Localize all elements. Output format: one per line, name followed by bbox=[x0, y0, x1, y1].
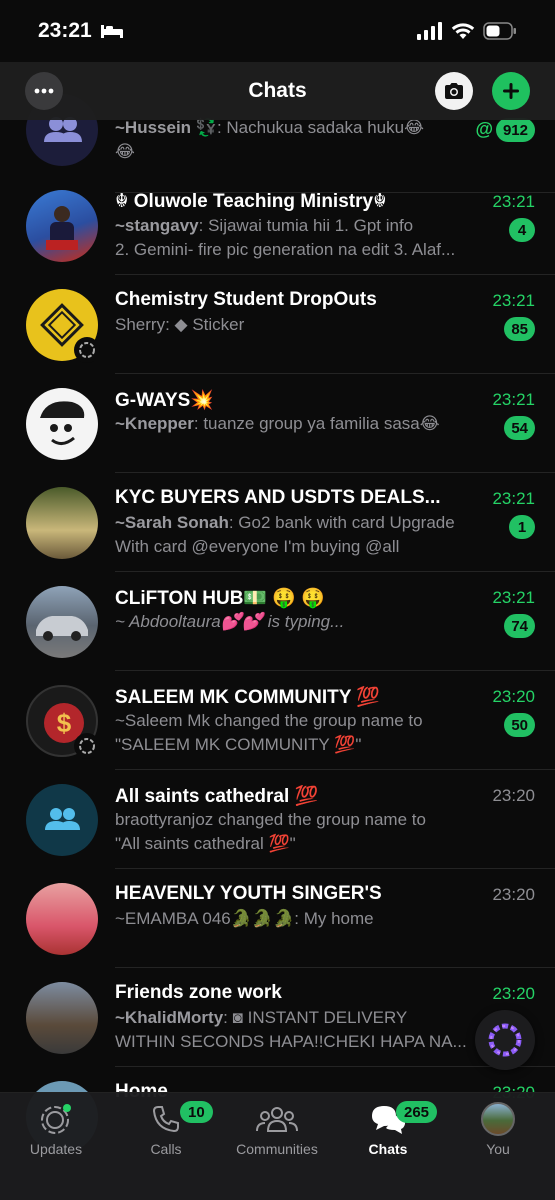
unread-badge: 1 bbox=[509, 515, 535, 539]
meta-ai-button[interactable] bbox=[475, 1010, 535, 1070]
status-ring-icon bbox=[74, 337, 100, 363]
battery-icon bbox=[483, 22, 516, 40]
chat-time: 23:21 bbox=[492, 291, 535, 310]
chat-name: SALEEM MK COMMUNITY 💯 bbox=[115, 687, 381, 708]
chat-message: ~ Abdooltaura💕💕 is typing... bbox=[115, 612, 345, 631]
more-icon bbox=[34, 88, 54, 94]
tab-updates[interactable]: Updates bbox=[6, 1101, 106, 1157]
tab-bar: Updates Calls 10 Communities Chats 265 Y… bbox=[0, 1092, 555, 1200]
chat-row[interactable]: G-WAYS💥 23:21 ~Knepper: tuanze group ya … bbox=[0, 374, 555, 473]
chat-name: HEAVENLY YOUTH SINGER'S bbox=[115, 883, 382, 904]
preacher-image-icon bbox=[46, 206, 78, 250]
chat-time: 23:20 bbox=[492, 885, 535, 904]
profile-avatar bbox=[481, 1102, 515, 1136]
chat-avatar bbox=[26, 190, 98, 262]
chat-message: ~KhalidMorty: ◙ INSTANT DELIVERY WITHIN S… bbox=[115, 1008, 467, 1051]
updates-icon bbox=[41, 1104, 71, 1134]
bed-icon bbox=[100, 25, 123, 38]
tab-calls[interactable]: Calls 10 bbox=[116, 1101, 216, 1157]
signal-icon bbox=[417, 22, 442, 40]
chat-time: 23:20 bbox=[492, 786, 535, 805]
chat-message: ~EMAMBA 046🐊🐊🐊: My home bbox=[115, 909, 374, 928]
chat-name: G-WAYS💥 bbox=[115, 390, 214, 411]
chat-avatar bbox=[26, 388, 98, 460]
chat-row[interactable]: Friends zone work 23:20 ~KhalidMorty: ◙ … bbox=[0, 968, 555, 1067]
chat-message: ~Knepper: tuanze group ya familia sasa😂 bbox=[115, 414, 440, 433]
status-ring-icon bbox=[74, 733, 100, 759]
chat-message: braottyranjoz changed the group name to "… bbox=[115, 810, 426, 853]
unread-badge: 54 bbox=[504, 416, 535, 440]
people-icon bbox=[45, 808, 80, 830]
chat-name: Friends zone work bbox=[115, 982, 282, 1003]
chat-message: ~Sarah Sonah: Go2 bank with card Upgrade… bbox=[115, 513, 455, 556]
car-image-icon bbox=[36, 616, 88, 641]
more-button[interactable] bbox=[25, 72, 63, 110]
chat-name: All saints cathedral 💯 bbox=[115, 786, 319, 807]
chat-row[interactable]: ☬ Oluwole Teaching Ministry☬ 23:21 ~stan… bbox=[0, 176, 555, 275]
chat-name: CLiFTON HUB💵 🤑 🤑 bbox=[115, 588, 325, 609]
chat-time: 23:21 bbox=[492, 489, 535, 508]
status-time: 23:21 bbox=[38, 19, 92, 42]
unread-badge: 74 bbox=[504, 614, 535, 638]
chat-row[interactable]: Chemistry Student DropOuts 23:21 Sherry:… bbox=[0, 275, 555, 374]
chat-time: 23:20 bbox=[492, 687, 535, 706]
chat-row[interactable]: KYC BUYERS AND USDTS DEALS... 23:21 ~Sar… bbox=[0, 473, 555, 572]
chats-badge: 265 bbox=[396, 1101, 438, 1123]
chat-name: Chemistry Student DropOuts bbox=[115, 289, 377, 310]
tab-you[interactable]: You bbox=[448, 1101, 548, 1157]
communities-icon bbox=[256, 1107, 298, 1132]
chat-avatar bbox=[26, 982, 98, 1054]
svg-text:$: $ bbox=[57, 708, 72, 738]
plus-icon bbox=[503, 83, 519, 99]
new-chat-button[interactable] bbox=[492, 72, 530, 110]
tab-chats[interactable]: Chats 265 bbox=[338, 1101, 438, 1157]
chat-avatar bbox=[26, 883, 98, 955]
unread-badge: 912 bbox=[495, 118, 535, 142]
chat-row[interactable]: CLiFTON HUB💵 🤑 🤑 23:21 ~ Abdooltaura💕💕 i… bbox=[0, 572, 555, 671]
chat-row[interactable]: All saints cathedral 💯 23:20 braottyranj… bbox=[0, 770, 555, 869]
wifi-icon bbox=[451, 23, 475, 39]
chat-name: KYC BUYERS AND USDTS DEALS... bbox=[115, 487, 441, 508]
chat-avatar bbox=[26, 586, 98, 658]
tab-communities[interactable]: Communities bbox=[227, 1101, 327, 1157]
unread-badge: 50 bbox=[504, 713, 535, 737]
chat-time: 23:21 bbox=[492, 588, 535, 607]
status-bar: 23:21 bbox=[0, 0, 555, 62]
chat-time: 23:21 bbox=[492, 192, 535, 211]
chat-row[interactable]: HEAVENLY YOUTH SINGER'S 23:20 ~EMAMBA 04… bbox=[0, 869, 555, 968]
chat-time: 23:20 bbox=[492, 984, 535, 1003]
chat-avatar bbox=[26, 487, 98, 559]
camera-icon bbox=[445, 83, 463, 99]
chat-message: ~stangavy: Sijawai tumia hii 1. Gpt info… bbox=[115, 216, 456, 259]
unread-badge: 85 bbox=[504, 317, 535, 341]
calls-badge: 10 bbox=[180, 1101, 213, 1123]
chat-row[interactable]: $ SALEEM MK COMMUNITY 💯 23:20 ~Saleem Mk… bbox=[0, 671, 555, 770]
chat-message: Sherry: ◆ Sticker bbox=[115, 315, 245, 334]
cartoon-face-icon bbox=[40, 401, 85, 445]
unread-badge: 4 bbox=[509, 218, 535, 242]
meta-ai-icon bbox=[488, 1023, 522, 1057]
page-title: Chats bbox=[248, 79, 307, 102]
calls-icon bbox=[152, 1106, 179, 1133]
mention-indicator: @ bbox=[475, 119, 493, 139]
chat-name: ☬ Oluwole Teaching Ministry☬ bbox=[115, 191, 387, 212]
chat-message: ~Saleem Mk changed the group name to "SAL… bbox=[115, 711, 423, 754]
group-avatar bbox=[26, 784, 98, 856]
chat-time: 23:21 bbox=[492, 390, 535, 409]
header: Chats bbox=[0, 62, 555, 120]
camera-button[interactable] bbox=[435, 72, 473, 110]
chat-message: ~Hussein 💱: Nachukua sadaka huku😂 😂 bbox=[115, 118, 424, 161]
